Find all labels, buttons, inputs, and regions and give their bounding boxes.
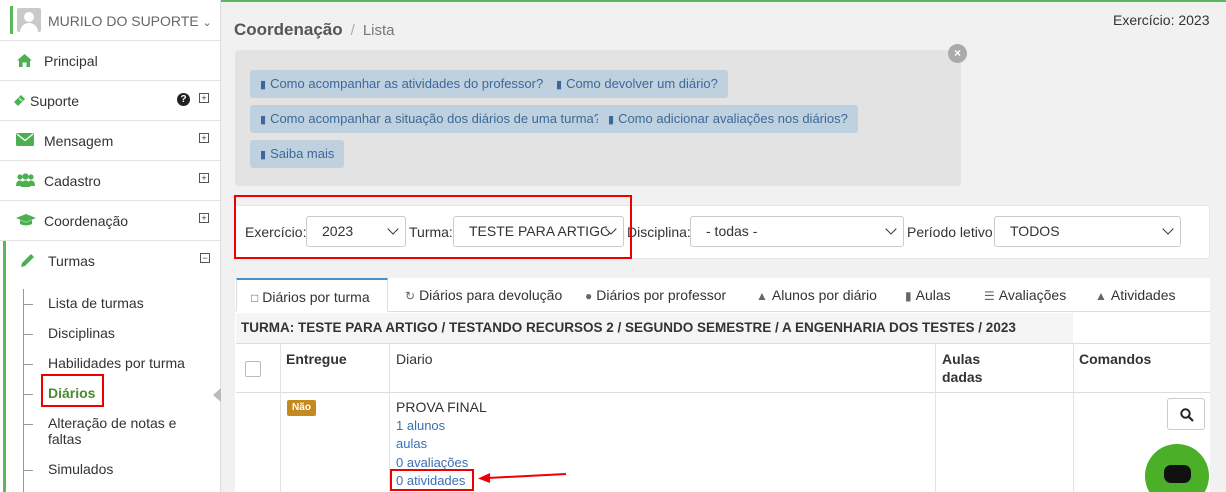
sidebar-item-label: Turmas [48,253,95,269]
breadcrumb-separator: / [350,22,355,39]
breadcrumb-main[interactable]: Coordenação [234,20,343,39]
chevron-down-icon [885,223,897,235]
column-divider [280,343,281,492]
column-header-entregue[interactable]: Entregue [286,350,347,368]
book-icon: ▮ [608,114,615,126]
sidebar-item-label: Cadastro [44,173,101,189]
highlight-box-filters [234,195,632,259]
chevron-down-icon [1162,223,1174,235]
highlight-box-atividades [390,469,474,491]
search-button[interactable] [1167,398,1205,430]
help-button-avaliacoes[interactable]: ▮ Como adicionar avaliações nos diários? [598,105,858,133]
sidebar-item-label: Suporte [30,93,80,109]
select-all-checkbox[interactable] [245,361,261,377]
tab-diarios-por-turma[interactable]: □ Diários por turma [236,278,388,312]
exercicio-indicator: Exercício: 2023 [1113,12,1210,28]
disciplina-select[interactable]: - todas - [690,216,904,247]
column-divider [935,343,936,492]
book-icon: ▮ [556,79,563,91]
tab-diarios-por-professor[interactable]: ● Diários por professor [585,278,726,312]
book-icon: ▮ [905,289,912,303]
pencil-icon [20,253,35,272]
column-header-diario[interactable]: Diario [396,350,433,368]
envelope-icon [16,133,34,149]
expand-icon[interactable]: + [199,93,209,103]
tab-alunos-por-diario[interactable]: ▲ Alunos por diário [756,278,877,312]
help-button-saiba-mais[interactable]: ▮ Saiba mais [250,140,345,168]
graduation-cap-icon [16,213,36,229]
diario-title: PROVA FINAL [396,399,487,415]
help-button-atividades[interactable]: ▮ Como acompanhar as atividades do profes… [250,70,554,98]
help-icon[interactable]: ? [177,93,190,106]
help-button-situacao[interactable]: ▮ Como acompanhar a situação dos diários … [250,105,612,133]
sidebar-collapse-icon[interactable] [213,388,221,402]
breadcrumb: Coordenação / Lista [234,20,395,40]
user-box-accent [10,6,13,34]
expand-icon[interactable]: + [199,133,209,143]
help-button-devolver[interactable]: ▮ Como devolver um diário? [546,70,728,98]
sidebar-item-label: Principal [44,53,98,69]
bell-icon: ▲ [1095,289,1107,303]
status-badge: Não [287,400,316,416]
home-icon [16,53,34,69]
sidebar-item-label: Coordenação [44,213,129,229]
search-icon [1180,408,1194,422]
link-alunos[interactable]: 1 alunos [396,418,445,433]
periodo-label: Período letivo: [907,224,997,240]
disciplina-label: Disciplina: [627,224,691,240]
tree-line [23,289,24,492]
link-avaliacoes[interactable]: 0 avaliações [396,455,468,470]
tab-avaliacoes[interactable]: ☰ Avaliações [984,278,1066,312]
expand-icon[interactable]: + [199,173,209,183]
book-icon: ▮ [260,79,267,91]
chat-icon [1164,465,1191,483]
periodo-select[interactable]: TODOS [994,216,1181,247]
book-icon: ▮ [260,114,267,126]
sidebar: MURILO DO SUPORTE ⌄ Principal Suporte ? … [0,0,221,492]
column-header-aulas-dadas[interactable]: Aulas dadas [942,350,1002,386]
sidebar-item-coordenacao[interactable]: Coordenação + [0,201,220,241]
users-icon: ● [585,289,593,303]
column-header-comandos: Comandos [1079,351,1152,367]
column-divider [1073,343,1074,492]
bookmark-icon: □ [251,291,259,305]
tab-atividades[interactable]: ▲ Atividades [1095,278,1175,312]
refresh-icon: ↻ [405,289,416,303]
users-icon [16,173,35,189]
top-accent-bar [221,0,1226,2]
list-icon: ☰ [984,289,995,303]
graduation-cap-icon: ▲ [756,289,768,303]
table-header-row [236,343,1210,393]
link-aulas[interactable]: aulas [396,436,427,451]
tab-aulas[interactable]: ▮ Aulas [905,278,951,312]
tab-diarios-para-devolucao[interactable]: ↻ Diários para devolução [405,278,562,312]
close-icon[interactable]: × [948,44,967,63]
breadcrumb-current: Lista [362,22,395,39]
user-name: MURILO DO SUPORTE [48,13,199,29]
arrow-icon [478,473,567,483]
expand-icon[interactable]: + [199,213,209,223]
sidebar-item-label: Mensagem [44,133,114,149]
sidebar-item-principal[interactable]: Principal [0,41,220,81]
user-menu[interactable]: MURILO DO SUPORTE ⌄ [0,0,220,41]
turma-header: TURMA: TESTE PARA ARTIGO / TESTANDO RECU… [236,313,1073,343]
avatar [17,8,41,32]
book-icon: ▮ [260,149,267,161]
sidebar-item-mensagem[interactable]: Mensagem + [0,121,220,161]
sidebar-item-suporte[interactable]: Suporte ? + [0,81,220,121]
sidebar-item-cadastro[interactable]: Cadastro + [0,161,220,201]
sidebar-item-turmas[interactable]: Turmas − [0,241,221,281]
highlight-box-diarios [41,374,104,407]
ticket-icon [12,93,30,109]
chevron-down-icon: ⌄ [202,17,212,29]
collapse-icon[interactable]: − [200,253,210,263]
